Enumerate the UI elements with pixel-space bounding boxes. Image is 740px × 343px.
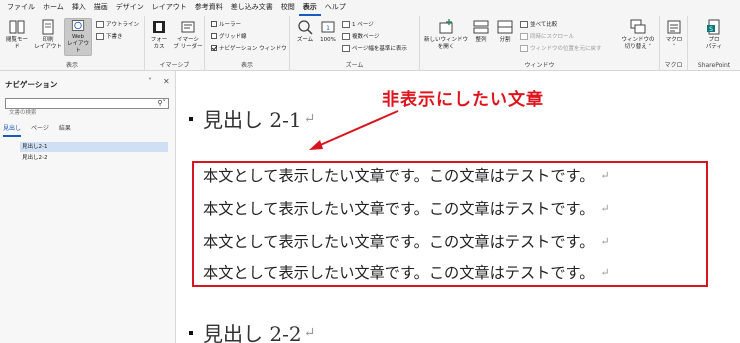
magnifier-icon (298, 20, 313, 35)
arrange-icon (473, 20, 489, 34)
menu-help[interactable]: ヘルプ (321, 0, 350, 16)
one-page-button[interactable]: 1 ページ (342, 20, 374, 28)
read-mode-icon (9, 20, 25, 34)
search-input[interactable] (6, 108, 146, 118)
paragraph-mark-icon: ↵ (303, 324, 316, 341)
arrange-button[interactable]: 整列 (470, 19, 492, 44)
immersive-reader-icon (181, 21, 195, 33)
heading-bullet-icon (189, 116, 193, 121)
menu-insert[interactable]: 挿入 (68, 0, 90, 16)
zoom-button[interactable]: ズーム (294, 19, 316, 44)
gridlines-checkbox[interactable]: グリッド線 (211, 32, 247, 40)
zoom-group-label: ズーム (345, 62, 364, 69)
tab-pages[interactable]: ページ (31, 123, 49, 137)
highlight-box (192, 161, 708, 287)
one-page-icon (342, 20, 350, 28)
focus-icon (153, 21, 165, 33)
immersive-group-label: イマーシブ (159, 62, 190, 69)
views-group-label: 表示 (65, 62, 78, 69)
show-group-label: 表示 (240, 62, 253, 69)
navigation-pane: ナビゲーション ˅ ✕ ⚲˅ 見出し ページ 結果 見出し2-1 見出し2-2 (0, 71, 176, 343)
web-layout-button[interactable]: Web レイアウト (64, 18, 92, 56)
web-layout-icon (71, 20, 85, 31)
annotation-label: 非表示にしたい文章 (382, 90, 544, 110)
nav-heading-item[interactable]: 見出し2-1 (20, 142, 168, 152)
ribbon: 閲覧モード 印刷 レイアウト Web レイアウト アウトライン 下書き 表示 フ… (0, 16, 740, 71)
paragraph-mark-icon: ↵ (303, 110, 316, 127)
switch-window-icon (630, 19, 646, 34)
new-window-icon (439, 19, 453, 34)
tab-results[interactable]: 結果 (59, 123, 71, 137)
menu-home[interactable]: ホーム (39, 0, 68, 16)
zoom-group: ズーム 1 100% 1 ページ 複数ページ ページ幅を基準に表示 ズーム (290, 16, 420, 71)
macro-button[interactable]: マクロ ˅ (663, 19, 685, 51)
page-width-icon (342, 44, 350, 52)
heading-2-1: 見出し 2-1 ↵ (186, 104, 315, 133)
nav-search-box: ⚲˅ (5, 98, 169, 118)
tab-headings[interactable]: 見出し (3, 123, 22, 137)
outline-icon (96, 20, 104, 28)
reset-window-position-button[interactable]: ウィンドウの位置を元に戻す (520, 44, 602, 52)
split-icon (497, 20, 513, 34)
nav-pane-check-icon (211, 45, 217, 51)
read-mode-button[interactable]: 閲覧モード (4, 19, 30, 51)
zoom-100-button[interactable]: 1 100% (316, 19, 340, 44)
new-window-button[interactable]: 新しいウィンドウ を開く (424, 19, 468, 51)
search-icon[interactable]: ⚲˅ (157, 99, 166, 107)
page-width-button[interactable]: ページ幅を基準に表示 (342, 44, 407, 52)
window-group-label: ウィンドウ (524, 62, 555, 69)
nav-tabs: 見出し ページ 結果 (3, 123, 81, 137)
nav-heading-item[interactable]: 見出し2-2 (20, 153, 168, 163)
outline-button[interactable]: アウトライン (96, 20, 139, 28)
menu-layout[interactable]: レイアウト (148, 0, 191, 16)
side-by-side-icon (520, 20, 528, 28)
switch-window-button[interactable]: ウィンドウの 切り替え ˅ (618, 19, 658, 51)
zoom-100-icon: 1 (321, 21, 335, 33)
properties-button[interactable]: S プロ パティ (702, 19, 726, 51)
menu-bar: ファイル ホーム 挿入 描画 デザイン レイアウト 参考資料 差し込み文書 校閲… (0, 0, 740, 16)
show-group: ルーラー グリッド線 ナビゲーション ウィンドウ 表示 (205, 16, 290, 71)
menu-mailings[interactable]: 差し込み文書 (227, 0, 277, 16)
sync-scroll-button[interactable]: 同時にスクロール (520, 32, 574, 40)
views-group: 閲覧モード 印刷 レイアウト Web レイアウト アウトライン 下書き 表示 (0, 16, 145, 71)
menu-view[interactable]: 表示 (298, 0, 321, 16)
nav-pane-checkbox[interactable]: ナビゲーション ウィンドウ (211, 44, 287, 52)
menu-draw[interactable]: 描画 (90, 0, 112, 16)
split-button[interactable]: 分割 (494, 19, 516, 44)
print-layout-button[interactable]: 印刷 レイアウト (34, 19, 62, 51)
draft-button[interactable]: 下書き (96, 32, 123, 40)
reset-position-icon (520, 44, 528, 52)
sharepoint-icon: S (707, 19, 720, 35)
multi-page-button[interactable]: 複数ページ (342, 32, 379, 40)
heading-bullet-icon (189, 330, 193, 335)
menu-design[interactable]: デザイン (112, 0, 148, 16)
sync-scroll-icon (520, 32, 528, 40)
menu-references[interactable]: 参考資料 (191, 0, 227, 16)
ruler-checkbox[interactable]: ルーラー (211, 20, 241, 28)
menu-file[interactable]: ファイル (3, 0, 39, 16)
heading-2-2: 見出し 2-2 ↵ (186, 318, 315, 343)
svg-text:1: 1 (326, 25, 330, 32)
close-icon[interactable]: ✕ (163, 77, 170, 86)
chevron-down-icon[interactable]: ˅ (148, 77, 152, 86)
window-group: 新しいウィンドウ を開く 整列 分割 並べて比較 同時にスクロール ウィンドウの… (420, 16, 660, 71)
immersive-group: フォー カス イマーシ ブ リーダー イマーシブ (145, 16, 205, 71)
side-by-side-button[interactable]: 並べて比較 (520, 20, 557, 28)
macro-group-label: マクロ (664, 62, 683, 69)
print-layout-icon (42, 19, 54, 35)
navigation-title: ナビゲーション (5, 80, 58, 89)
macro-icon (667, 20, 681, 34)
sharepoint-group-label: SharePoint (697, 62, 731, 69)
immersive-reader-button[interactable]: イマーシ ブ リーダー (173, 19, 203, 51)
macro-group: マクロ ˅ マクロ (660, 16, 688, 71)
ruler-check-icon (211, 21, 217, 27)
focus-button[interactable]: フォー カス (147, 19, 171, 51)
multi-page-icon (342, 32, 350, 40)
menu-review[interactable]: 校閲 (277, 0, 299, 16)
gridlines-check-icon (211, 33, 217, 39)
draft-icon (96, 32, 104, 40)
svg-text:S: S (709, 26, 713, 33)
sharepoint-group: S プロ パティ SharePoint (688, 16, 740, 71)
